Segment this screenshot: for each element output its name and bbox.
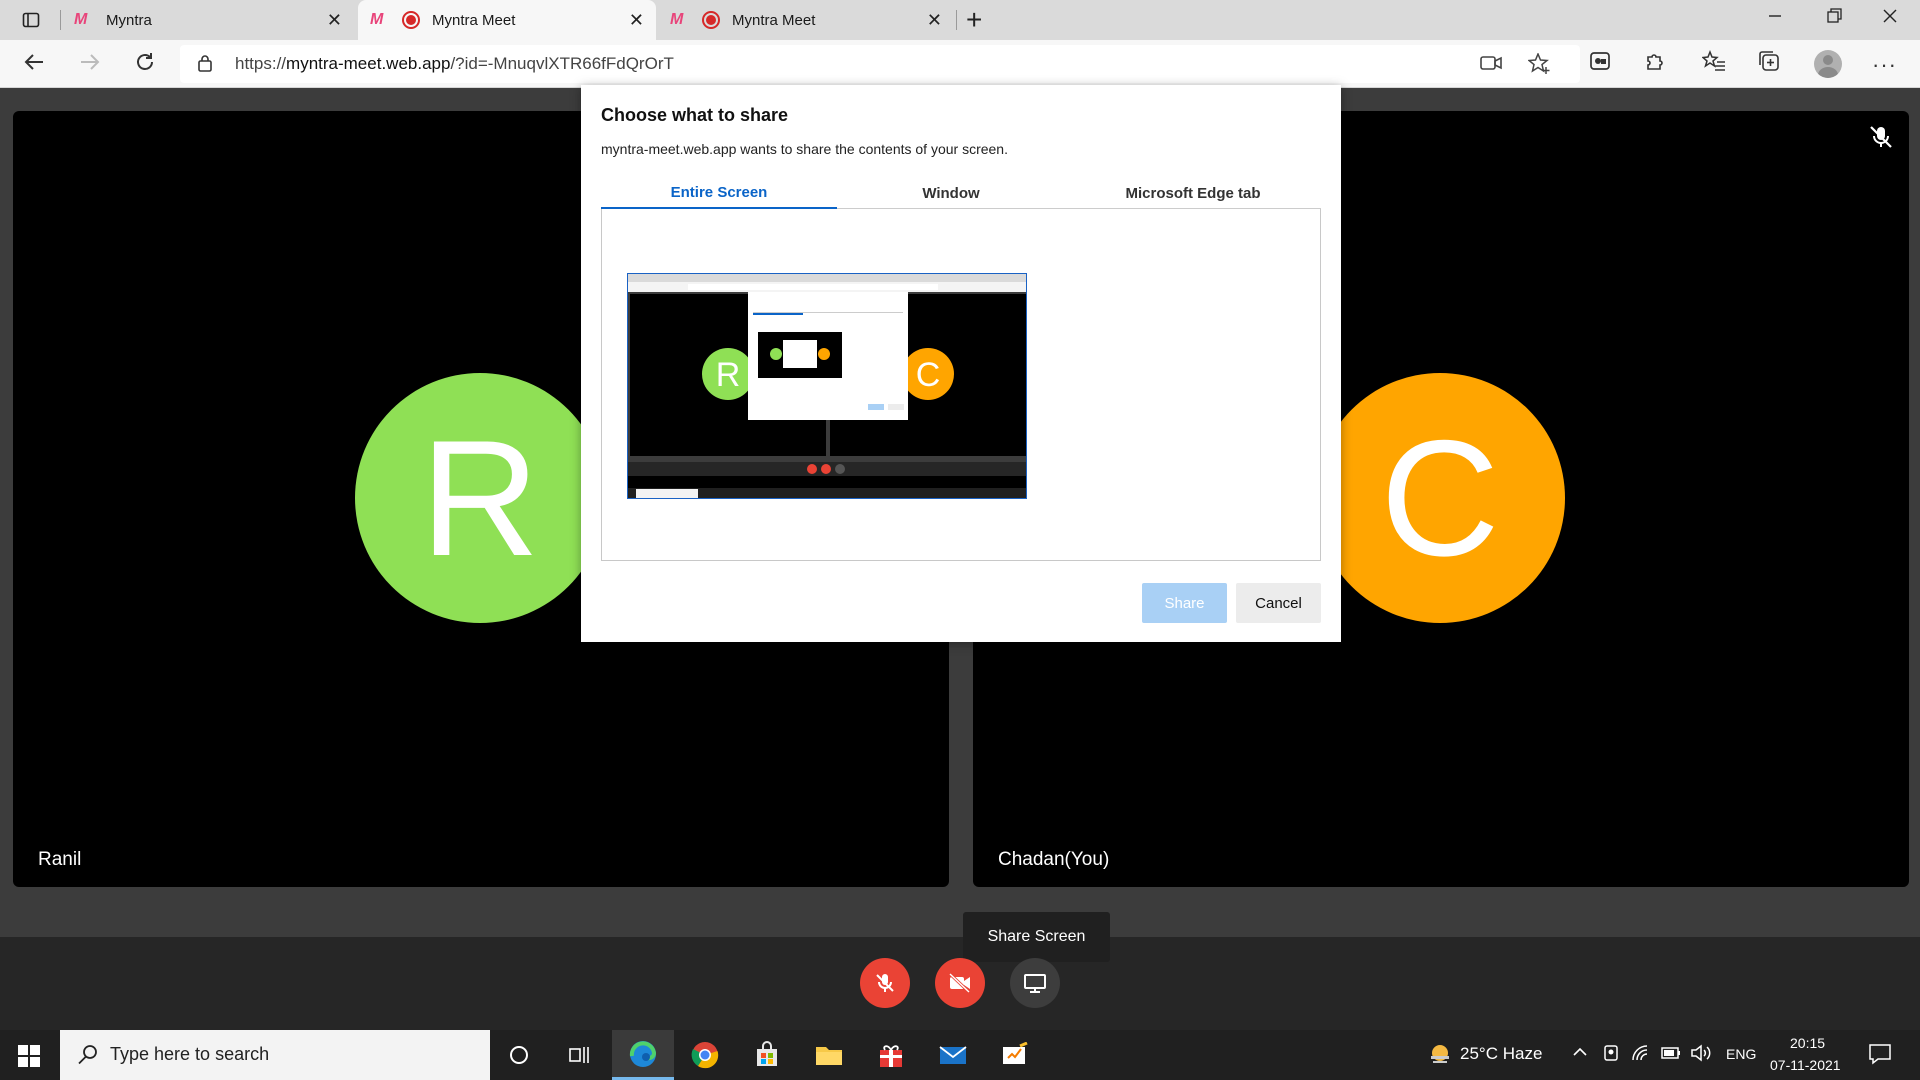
- weather-haze-icon: [1431, 1045, 1449, 1063]
- more-options-icon[interactable]: ···: [1872, 52, 1897, 78]
- url-text[interactable]: https://myntra-meet.web.app/?id=-MnuqvlX…: [235, 54, 674, 74]
- camera-in-use-icon[interactable]: [1480, 53, 1502, 79]
- share-source-panel: R C: [601, 209, 1321, 561]
- recording-icon: [702, 11, 720, 29]
- url-host: myntra-meet.web.app: [286, 54, 451, 73]
- avatar-initial: R: [420, 405, 540, 590]
- close-tab-icon[interactable]: ✕: [327, 10, 342, 31]
- share-button[interactable]: Share: [1142, 583, 1227, 623]
- participant-avatar-chadan: C: [1315, 373, 1565, 623]
- tab-title: Myntra Meet: [732, 11, 816, 29]
- myntra-logo-icon: M: [670, 11, 684, 28]
- share-screen-tooltip: Share Screen: [963, 912, 1110, 962]
- clock-time[interactable]: 20:15: [1790, 1035, 1825, 1051]
- share-screen-dialog: Choose what to share myntra-meet.web.app…: [581, 85, 1341, 642]
- browser-tab-myntra[interactable]: M Myntra ✕: [62, 0, 354, 40]
- clock-date[interactable]: 07-11-2021: [1770, 1057, 1841, 1073]
- store-taskbar-icon[interactable]: [736, 1030, 798, 1080]
- file-explorer-icon[interactable]: [798, 1030, 860, 1080]
- search-icon: [78, 1045, 97, 1065]
- tab-actions-icon[interactable]: [14, 8, 48, 32]
- mail-icon[interactable]: [922, 1030, 984, 1080]
- dialog-title: Choose what to share: [601, 105, 789, 125]
- url-prefix: https://: [235, 54, 287, 73]
- windows-start-icon[interactable]: [18, 1045, 40, 1067]
- back-icon[interactable]: [22, 50, 46, 81]
- recording-icon: [402, 11, 420, 29]
- minimize-icon[interactable]: [1768, 6, 1782, 31]
- toggle-video-button[interactable]: [935, 958, 985, 1008]
- tab-edge-tab[interactable]: Microsoft Edge tab: [1065, 177, 1321, 209]
- lock-icon[interactable]: [198, 54, 212, 72]
- close-tab-icon[interactable]: ✕: [629, 10, 644, 31]
- restore-icon[interactable]: [1826, 6, 1842, 31]
- taskbar-search-box[interactable]: Type here to search: [60, 1030, 490, 1080]
- weather-text: 25°C Haze: [1460, 1044, 1543, 1063]
- gift-app-icon[interactable]: [860, 1030, 922, 1080]
- refresh-icon[interactable]: [133, 50, 157, 81]
- mic-off-icon: [876, 974, 894, 992]
- browser-tab-strip: M Myntra ✕ M Myntra Meet ✕ M Myntra Meet…: [0, 0, 1920, 40]
- wifi-icon[interactable]: [1630, 1043, 1650, 1068]
- participant-avatar-ranil: R: [355, 373, 605, 623]
- collections-icon[interactable]: [1758, 50, 1780, 78]
- search-placeholder: Type here to search: [110, 1044, 270, 1064]
- volume-icon[interactable]: [1690, 1043, 1712, 1068]
- forward-icon[interactable]: [78, 50, 102, 81]
- notifications-icon[interactable]: [1868, 1043, 1892, 1070]
- toggle-mic-button[interactable]: [860, 958, 910, 1008]
- cancel-button[interactable]: Cancel: [1236, 583, 1321, 623]
- browser-tab-myntra-meet-active[interactable]: M Myntra Meet ✕: [358, 0, 656, 40]
- tab-title: Myntra: [106, 11, 152, 29]
- input-language[interactable]: ENG: [1726, 1046, 1756, 1062]
- address-bar[interactable]: https://myntra-meet.web.app/?id=-MnuqvlX…: [180, 45, 1580, 83]
- weather-widget[interactable]: 25°C Haze: [1428, 1042, 1542, 1066]
- svg-text:C: C: [916, 356, 941, 394]
- meet-now-icon[interactable]: [1602, 1043, 1620, 1068]
- participant-name: Ranil: [38, 849, 82, 870]
- extensions-icon[interactable]: [1644, 50, 1666, 78]
- myntra-logo-icon: M: [74, 11, 88, 28]
- browser-tab-myntra-meet[interactable]: M Myntra Meet ✕: [658, 0, 954, 40]
- share-source-tabs: Entire Screen Window Microsoft Edge tab: [601, 177, 1321, 209]
- tab-window[interactable]: Window: [837, 177, 1065, 209]
- tray-chevron-icon[interactable]: [1572, 1042, 1588, 1067]
- battery-icon[interactable]: [1660, 1044, 1682, 1067]
- new-tab-button[interactable]: +: [966, 4, 982, 36]
- profile-avatar[interactable]: [1814, 50, 1842, 78]
- browser-toolbar: https://myntra-meet.web.app/?id=-MnuqvlX…: [0, 40, 1920, 88]
- windows-taskbar: Type here to search 25°C Haze ENG 20:15 …: [0, 1030, 1920, 1080]
- screen-thumbnail[interactable]: R C: [627, 273, 1027, 499]
- add-favorite-icon[interactable]: [1527, 52, 1552, 81]
- mic-muted-icon: [1866, 122, 1896, 152]
- tab-title: Myntra Meet: [432, 11, 516, 29]
- myntra-logo-icon: M: [370, 11, 384, 28]
- close-tab-icon[interactable]: ✕: [927, 10, 942, 31]
- svg-text:R: R: [716, 356, 741, 394]
- share-screen-button[interactable]: [1010, 958, 1060, 1008]
- participant-name: Chadan(You): [998, 849, 1110, 870]
- screen-preview-image: R C: [628, 274, 1026, 498]
- chrome-taskbar-icon[interactable]: [674, 1030, 736, 1080]
- window-close-icon[interactable]: [1882, 6, 1898, 31]
- dialog-subtitle: myntra-meet.web.app wants to share the c…: [601, 141, 1008, 157]
- avatar-initial: C: [1380, 405, 1500, 590]
- tab-entire-screen[interactable]: Entire Screen: [601, 177, 837, 209]
- browser-essentials-icon[interactable]: [1589, 50, 1611, 78]
- favorites-icon[interactable]: [1701, 49, 1726, 78]
- cortana-icon[interactable]: [488, 1030, 550, 1080]
- whiteboard-app-icon[interactable]: [984, 1030, 1046, 1080]
- monitor-icon: [1024, 974, 1046, 993]
- url-path: /?id=-MnuqvlXTR66fFdQrOrT: [450, 54, 674, 73]
- video-off-icon: [948, 972, 971, 994]
- task-view-icon[interactable]: [549, 1030, 611, 1080]
- edge-taskbar-icon[interactable]: [612, 1030, 674, 1080]
